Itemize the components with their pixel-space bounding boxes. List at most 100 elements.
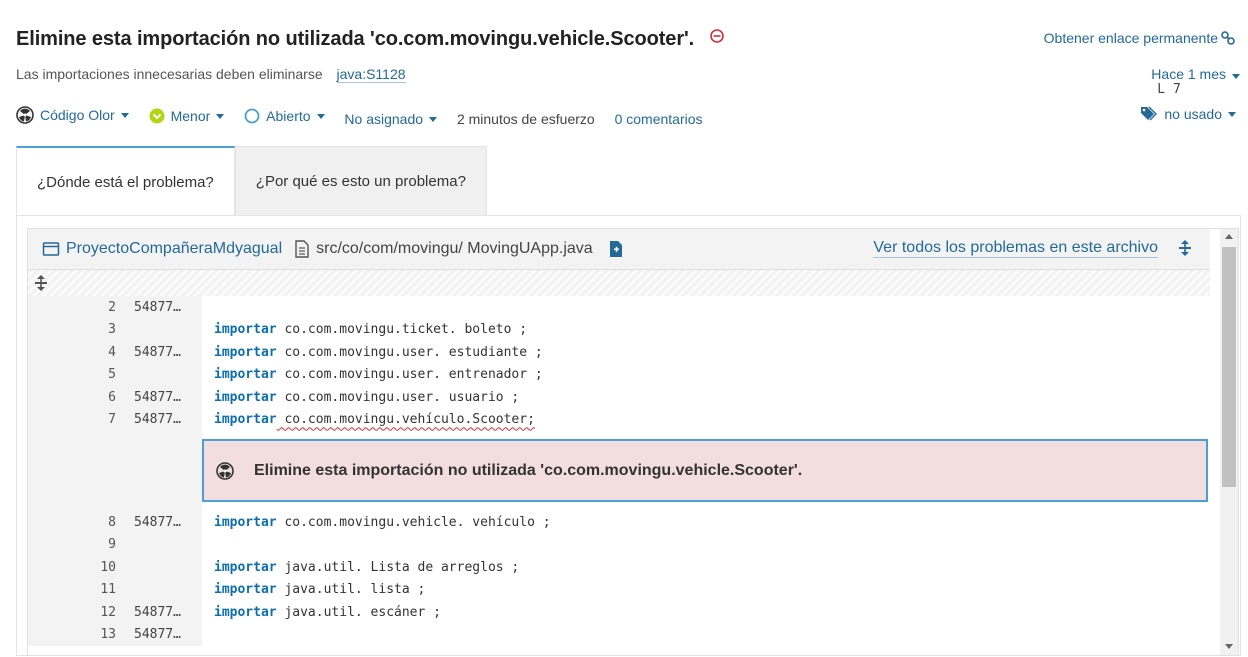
severity-dropdown[interactable]: Menor [149,108,225,124]
file-path-text: src/co/com/movingu/ MovingUApp.java [316,240,593,257]
issue-title-row: Elimine esta importación no utilizada 'c… [16,28,1236,52]
line-number[interactable]: 9 [28,537,116,552]
scm-revision[interactable]: 54877… [134,390,194,405]
tag-icon [1141,106,1158,121]
code-line: 2 54877… [28,296,1210,319]
chevron-down-icon [1228,111,1236,117]
line-number[interactable]: 6 [28,390,116,405]
line-number[interactable]: 10 [28,560,116,575]
chevron-down-icon [120,112,129,118]
assignee-dropdown[interactable]: No asignado [344,111,438,127]
line-source [202,534,214,557]
blocker-icon [710,29,724,46]
expand-lines-bar[interactable] [28,270,1210,296]
line-number[interactable]: 8 [28,515,116,530]
code-line: 11 importar java.util. lista ; [28,578,1210,601]
tags-dropdown[interactable]: no usado [1140,106,1236,122]
line-number[interactable]: 4 [28,345,116,360]
effort-text: 2 minutos de esfuerzo [456,111,595,127]
keyword: importar [214,582,277,598]
keyword: importar [214,389,277,405]
line-number[interactable]: 3 [28,322,116,337]
assignee-label: No asignado [344,111,424,127]
chevron-down-icon [316,113,325,119]
project-icon [42,242,60,256]
scm-revision[interactable]: 54877… [134,345,194,360]
line-source: importar java.util. Lista de arreglos ; [202,556,519,579]
code-lines: 2 54877… 3 importar co.com.movingu.ticket… [28,296,1210,646]
permalink-link[interactable]: Obtener enlace permanente [1044,30,1236,46]
code-viewer-header: ProyectoCompañeraMdyagual src/co/com/mov… [28,229,1210,270]
scm-revision[interactable]: 54877… [134,300,194,315]
keyword: importar [214,367,277,383]
line-number[interactable]: 13 [28,627,116,642]
issue-line: L 7 [1157,82,1181,97]
scrollbar-thumb[interactable] [1222,247,1236,487]
code-line: 10 importar java.util. Lista de arreglos… [28,556,1210,579]
issue-subtitle-row: Las importaciones innecesarias deben eli… [16,66,1240,97]
line-source: importar co.com.movingu.user. estudiante… [202,341,543,364]
line-number[interactable]: 7 [28,412,116,427]
issue-title: Elimine esta importación no utilizada 'c… [16,28,695,50]
expand-lines-icon [35,275,47,291]
scm-revision[interactable]: 54877… [134,412,194,427]
tab-why[interactable]: ¿Por qué es esto un problema? [234,146,487,216]
creation-date: Hace 1 mes [1151,66,1226,82]
code-text: java.util. lista ; [276,582,426,598]
rule-link[interactable]: java:S1128 [336,66,406,83]
code-viewer: ProyectoCompañeraMdyagual src/co/com/mov… [27,228,1239,656]
type-label: Código Olor [40,107,115,123]
keyword: importar [214,322,277,338]
type-dropdown[interactable]: Código Olor [16,106,129,124]
project-link[interactable]: ProyectoCompañeraMdyagual [42,240,282,258]
chevron-down-icon [216,113,225,119]
issue-tabs: ¿Dónde está el problema? ¿Por qué es est… [16,146,487,216]
issue-description: Las importaciones innecesarias deben eli… [16,66,323,82]
scm-revision[interactable]: 54877… [134,515,194,530]
code-text: co.com.movingu.vehicle. vehículo ; [276,514,551,530]
comments-link[interactable]: 0 comentarios [615,111,703,127]
scroll-up-icon[interactable] [1225,234,1233,239]
line-source: importar co.com.movingu.vehículo.Scooter… [202,409,535,432]
scm-revision[interactable]: 54877… [134,627,194,642]
status-dropdown[interactable]: Abierto [244,108,325,124]
issue-date-info: Hace 1 mes L 7 [1151,66,1240,105]
tab-where[interactable]: ¿Dónde está el problema? [16,146,235,216]
code-text: java.util. Lista de arreglos ; [276,559,520,575]
keyword: importar [214,514,277,530]
keyword: importar [214,344,277,360]
keyword: importar [214,559,277,575]
line-number[interactable]: 2 [28,300,116,315]
scm-revision[interactable]: 54877… [134,605,194,620]
line-source: importar co.com.movingu.user. entrenador… [202,364,543,387]
line-number[interactable]: 12 [28,605,116,620]
line-number[interactable]: 5 [28,367,116,382]
code-text: co.com.movingu.ticket. boleto ; [276,322,528,338]
tag-label: no usado [1164,106,1222,122]
code-smell-icon [216,461,234,480]
expand-icon[interactable] [1178,239,1192,262]
creation-date-dropdown[interactable]: Hace 1 mes [1151,66,1240,82]
file-icon [295,240,309,258]
keyword: importar [214,604,277,620]
severity-label: Menor [170,108,211,124]
line-source: importar co.com.movingu.ticket. boleto ; [202,319,527,342]
inline-issue-message[interactable]: Elimine esta importación no utilizada 'c… [202,439,1208,502]
line-source: importar co.com.movingu.user. usuario ; [202,386,519,409]
code-text: java.util. escáner ; [276,604,441,620]
code-text-flagged[interactable]: co.com.movingu.vehículo.Scooter; [277,412,534,427]
code-smell-icon [16,106,34,124]
line-number[interactable]: 11 [28,582,116,597]
code-line: 12 54877… importar java.util. escáner ; [28,601,1210,624]
line-source [202,624,214,647]
see-all-issues-link[interactable]: Ver todos los problemas en este archivo [873,239,1158,258]
scroll-down-icon[interactable] [1225,644,1233,649]
copy-icon[interactable] [609,240,625,258]
inline-issue-row: Elimine esta importación no utilizada 'c… [28,431,1210,511]
vertical-scrollbar[interactable] [1220,229,1238,655]
tab-panel: ProyectoCompañeraMdyagual src/co/com/mov… [16,215,1241,656]
code-line: 9 [28,533,1210,557]
code-line-issue: 7 54877… importar co.com.movingu.vehículo… [28,408,1210,432]
permalink-label: Obtener enlace permanente [1043,30,1218,46]
code-line: 8 54877… importar co.com.movingu.vehicle.… [28,511,1210,534]
